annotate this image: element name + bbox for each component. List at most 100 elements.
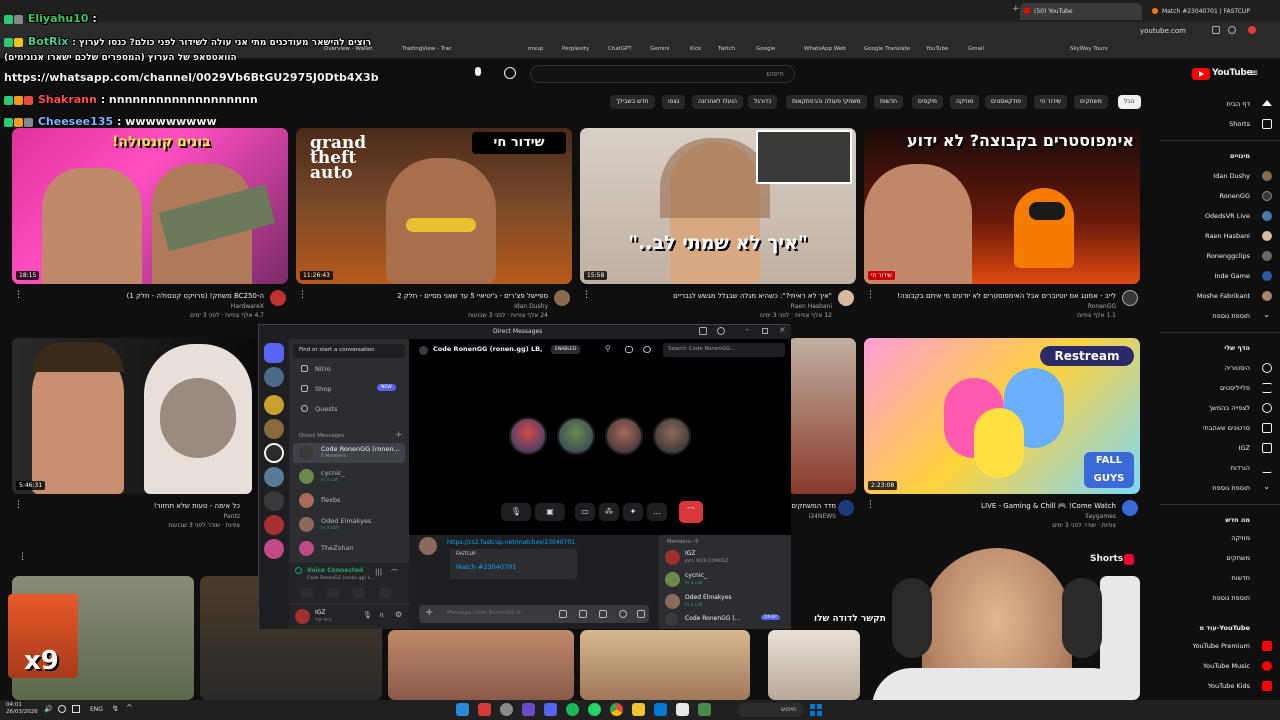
dm-item[interactable]: Oded Elmakyes In a call <box>293 515 405 535</box>
search-icon[interactable] <box>504 67 516 79</box>
chip-item[interactable]: שידור חי <box>1034 95 1068 109</box>
channel-name[interactable]: Raen Hasbani <box>608 303 832 310</box>
gif-icon[interactable] <box>579 610 587 618</box>
bookmark-item[interactable]: Gemini <box>650 46 670 52</box>
screen-share-icon[interactable] <box>327 588 339 598</box>
chip-item[interactable]: פודקאסטים <box>985 95 1028 109</box>
chevron-up-icon[interactable]: ^ <box>126 703 133 712</box>
language-indicator[interactable]: ENG <box>90 706 103 713</box>
help-icon[interactable] <box>717 327 725 335</box>
message-link[interactable]: https://cs2.fastcup.net/matches/23040701 <box>447 539 575 546</box>
find-conversation-input[interactable]: Find or start a conversation <box>293 344 405 358</box>
sidebar-item-music-app[interactable]: YouTube Music <box>1203 662 1250 670</box>
inbox-icon[interactable] <box>699 327 707 335</box>
taskbar-app-icon[interactable] <box>676 703 689 716</box>
noise-suppression-icon[interactable]: ||| <box>375 568 382 576</box>
more-options-icon[interactable]: ⋮ <box>14 290 23 300</box>
sidebar-item-music[interactable]: מוזיקה <box>1231 534 1250 542</box>
sidebar-sub-item[interactable]: Ronenggclips <box>1207 252 1250 260</box>
chip-item[interactable]: משחקים <box>1074 95 1108 109</box>
camera-toggle-icon[interactable] <box>301 588 313 598</box>
settings-gear-icon[interactable]: ⚙ <box>395 610 402 619</box>
video-thumbnail[interactable]: אימפוסטרים בקבוצה? לא ידוע שידור חי <box>864 128 1140 284</box>
video-thumbnail[interactable]: Restream FALL GUYS 2:23:08 <box>864 338 1140 494</box>
screen-share-control-icon[interactable]: ▭ <box>575 503 595 521</box>
video-thumbnail[interactable] <box>788 338 856 494</box>
signal-icon[interactable] <box>295 567 302 574</box>
sidebar-show-more[interactable]: תוספת נוספת <box>1212 484 1250 492</box>
chrome-taskbar-icon[interactable] <box>610 703 623 716</box>
tab-youtube[interactable]: (50) YouTube <box>1020 3 1142 20</box>
mute-icon[interactable]: 🎙 <box>363 611 372 619</box>
taskbar-app-icon[interactable] <box>456 703 469 716</box>
dm-item[interactable]: TheZohan <box>293 539 405 559</box>
bookmark-item[interactable]: WhatsApp Web <box>804 46 846 52</box>
channel-avatar[interactable] <box>554 290 570 306</box>
more-options-icon[interactable]: ⋮ <box>14 500 23 510</box>
sidebar-item-kids[interactable]: YouTube Kids <box>1208 682 1250 690</box>
chip-item[interactable]: נצפו <box>662 95 686 109</box>
nav-shop[interactable]: Shop <box>315 385 331 393</box>
sidebar-sub-item[interactable]: Moshe Fabrikant <box>1197 292 1250 300</box>
close-icon[interactable]: × <box>779 325 786 334</box>
user-avatar[interactable] <box>295 609 310 624</box>
more-options-icon[interactable]: ⋮ <box>298 290 307 300</box>
more-options-icon[interactable]: ⋮ <box>866 290 875 300</box>
server-icon[interactable] <box>264 419 284 439</box>
members-list-icon[interactable] <box>643 346 651 353</box>
call-participant-avatar[interactable] <box>653 417 691 455</box>
video-thumbnail[interactable]: 5:46:31 <box>12 338 258 494</box>
gift-icon[interactable] <box>559 610 567 618</box>
channel-search-input[interactable]: Search Code RonenGG... <box>663 343 785 357</box>
message-author-avatar[interactable] <box>419 537 437 555</box>
emoji-icon[interactable] <box>619 610 627 618</box>
sidebar-item-downloads[interactable]: הורדות <box>1231 464 1250 472</box>
new-tab-icon[interactable]: + <box>1012 4 1020 14</box>
sidebar-sub-item[interactable]: Idan Dushy <box>1213 172 1250 180</box>
sidebar-item-your-videos[interactable]: IGZ <box>1239 444 1250 452</box>
sidebar-item-home[interactable]: דף הבית <box>1226 100 1250 108</box>
discord-taskbar-icon[interactable] <box>544 703 557 716</box>
bookmark-item[interactable]: Perplexity <box>562 46 589 52</box>
more-options-icon[interactable]: … <box>647 503 667 521</box>
chip-item[interactable]: מיקסים <box>912 95 943 109</box>
disconnect-icon[interactable]: ⌒ <box>391 568 398 578</box>
channel-avatar[interactable] <box>838 290 854 306</box>
bookmark-item[interactable]: msup <box>528 46 543 52</box>
profile-icon[interactable] <box>1228 26 1236 34</box>
subscriptions-heading[interactable]: מינויים <box>1230 152 1250 160</box>
tab-fastcup[interactable]: Match #23040701 | FASTCUP <box>1148 3 1268 20</box>
windows-start-icon[interactable] <box>810 704 822 716</box>
bookmark-item[interactable]: Twitch <box>718 46 735 52</box>
more-options-icon[interactable]: ⋮ <box>866 500 875 510</box>
channel-name[interactable]: i24NEWS <box>790 513 836 520</box>
sticker-icon[interactable] <box>599 610 607 618</box>
bookmark-item[interactable]: ChatGPT <box>608 46 632 52</box>
channel-avatar[interactable] <box>1122 290 1138 306</box>
sidebar-sub-item[interactable]: Raen Hasbani <box>1205 232 1250 240</box>
member-item[interactable]: cycnic_ In a call <box>665 571 787 589</box>
video-thumbnail[interactable]: "איך לא שמתי לב.." 15:58 <box>580 128 856 284</box>
sidebar-show-more[interactable]: תוספת נוספת <box>1212 594 1250 602</box>
apps-icon[interactable] <box>637 610 645 618</box>
server-icon[interactable] <box>264 491 284 511</box>
store-taskbar-icon[interactable] <box>654 703 667 716</box>
chip-item[interactable]: הועלו לאחרונה <box>692 95 743 109</box>
soundboard-icon[interactable] <box>379 588 391 598</box>
server-icon[interactable] <box>264 515 284 535</box>
sidebar-item-history[interactable]: היסטוריה <box>1225 364 1250 372</box>
activities-icon[interactable] <box>353 588 365 598</box>
bookmark-item[interactable]: Google Translate <box>864 46 910 52</box>
video-thumbnail[interactable]: בונים קונסולה! 18:15 <box>12 128 288 284</box>
channel-name[interactable]: Idan Dushy <box>324 303 548 310</box>
channel-name[interactable]: HardwareX <box>40 303 264 310</box>
mic-control-icon[interactable]: 🎙 <box>501 503 531 521</box>
microphone-icon[interactable] <box>472 67 484 81</box>
taskbar-app-icon[interactable] <box>500 703 513 716</box>
server-icon[interactable] <box>264 443 284 463</box>
sidebar-item-news[interactable]: חדשות <box>1232 574 1250 582</box>
chip-item[interactable]: כדורגל <box>748 95 778 109</box>
short-thumbnail[interactable] <box>768 630 860 700</box>
taskbar-app-icon[interactable] <box>522 703 535 716</box>
record-icon[interactable] <box>1248 26 1256 34</box>
